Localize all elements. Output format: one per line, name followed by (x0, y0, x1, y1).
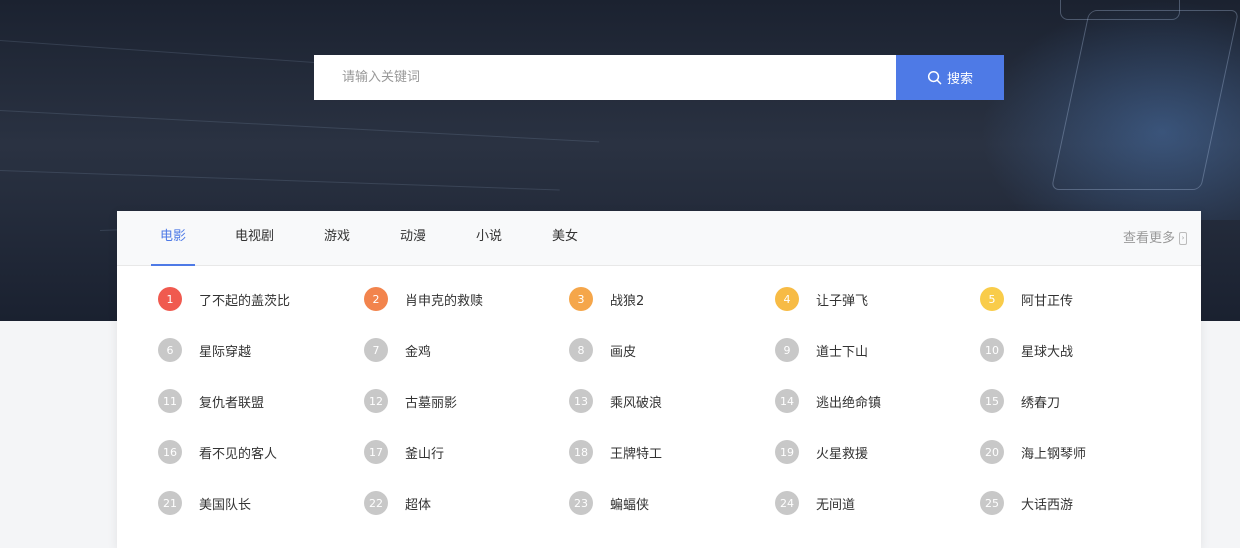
ranking-item[interactable]: 16 看不见的客人 (158, 440, 277, 464)
ranking-item[interactable]: 21 美国队长 (158, 491, 251, 515)
ranking-item[interactable]: 2 肖申克的救赎 (364, 287, 483, 311)
rank-badge: 16 (158, 440, 182, 464)
category-tabs: 电影 电视剧 游戏 动漫 小说 美女 查看更多 › (117, 211, 1201, 266)
ranking-title: 看不见的客人 (199, 446, 278, 462)
view-more-label: 查看更多 (1122, 231, 1175, 246)
ranking-item[interactable]: 1 了不起的盖茨比 (158, 287, 290, 311)
ranking-item[interactable]: 8 画皮 (569, 338, 636, 362)
rank-badge: 9 (775, 338, 799, 362)
ranking-item[interactable]: 9 道士下山 (775, 338, 868, 362)
rank-badge: 6 (158, 338, 182, 362)
ranking-title: 无间道 (816, 497, 856, 513)
rank-badge: 8 (569, 338, 593, 362)
rank-badge: 15 (980, 389, 1004, 413)
rank-badge: 2 (364, 287, 388, 311)
banner-streak (0, 110, 600, 143)
search-input[interactable] (314, 55, 896, 100)
ranking-title: 火星救援 (816, 446, 869, 462)
ranking-title: 画皮 (610, 344, 637, 360)
view-more-link[interactable]: 查看更多 › (1123, 211, 1187, 266)
ranking-item[interactable]: 5 阿甘正传 (980, 287, 1073, 311)
ranking-title: 肖申克的救赎 (405, 293, 484, 309)
ranking-item[interactable]: 25 大话西游 (980, 491, 1073, 515)
ranking-item[interactable]: 23 蝙蝠侠 (569, 491, 649, 515)
ranking-title: 海上钢琴师 (1021, 446, 1087, 462)
search-icon (927, 70, 942, 85)
tab-movies[interactable]: 电影 (150, 211, 196, 266)
ranking-title: 让子弹飞 (816, 293, 869, 309)
banner-streak (0, 170, 560, 191)
ranking-item[interactable]: 7 金鸡 (364, 338, 431, 362)
rank-badge: 12 (364, 389, 388, 413)
rank-badge: 19 (775, 440, 799, 464)
rank-badge: 17 (364, 440, 388, 464)
ranking-item[interactable]: 18 王牌特工 (569, 440, 662, 464)
rank-badge: 25 (980, 491, 1004, 515)
ranking-item[interactable]: 14 逃出绝命镇 (775, 389, 881, 413)
ranking-item[interactable]: 12 古墓丽影 (364, 389, 457, 413)
tab-games[interactable]: 游戏 (324, 211, 350, 266)
ranking-title: 星际穿越 (199, 344, 252, 360)
rank-badge: 10 (980, 338, 1004, 362)
ranking-item[interactable]: 10 星球大战 (980, 338, 1073, 362)
ranking-title: 战狼2 (610, 293, 645, 309)
ranking-item[interactable]: 20 海上钢琴师 (980, 440, 1086, 464)
rank-badge: 11 (158, 389, 182, 413)
rank-badge: 23 (569, 491, 593, 515)
ranking-item[interactable]: 22 超体 (364, 491, 431, 515)
tab-beauty[interactable]: 美女 (552, 211, 578, 266)
ranking-item[interactable]: 11 复仇者联盟 (158, 389, 264, 413)
ranking-title: 蝙蝠侠 (610, 497, 650, 513)
ranking-title: 金鸡 (405, 344, 432, 360)
rank-badge: 14 (775, 389, 799, 413)
ranking-title: 大话西游 (1021, 497, 1074, 513)
ranking-title: 星球大战 (1021, 344, 1074, 360)
ranking-title: 乘风破浪 (610, 395, 663, 411)
rank-badge: 20 (980, 440, 1004, 464)
ranking-title: 阿甘正传 (1021, 293, 1074, 309)
tab-tv-series[interactable]: 电视剧 (235, 211, 274, 266)
ranking-title: 绣春刀 (1021, 395, 1061, 411)
rank-badge: 1 (158, 287, 182, 311)
tab-anime[interactable]: 动漫 (400, 211, 426, 266)
ranking-title: 道士下山 (816, 344, 869, 360)
ranking-item[interactable]: 3 战狼2 (569, 287, 644, 311)
ranking-item[interactable]: 13 乘风破浪 (569, 389, 662, 413)
search-bar: 搜索 (314, 55, 1004, 100)
ranking-panel: 电影 电视剧 游戏 动漫 小说 美女 查看更多 › 1 了不起的盖茨比 2 肖申克的救… (117, 211, 1201, 548)
rank-badge: 5 (980, 287, 1004, 311)
ranking-title: 王牌特工 (610, 446, 663, 462)
ranking-title: 釜山行 (405, 446, 445, 462)
ranking-title: 美国队长 (199, 497, 252, 513)
rank-badge: 22 (364, 491, 388, 515)
ranking-item[interactable]: 4 让子弹飞 (775, 287, 868, 311)
search-button[interactable]: 搜索 (896, 55, 1004, 100)
ranking-item[interactable]: 6 星际穿越 (158, 338, 251, 362)
rank-badge: 4 (775, 287, 799, 311)
chevron-right-icon: › (1179, 232, 1187, 245)
rank-badge: 24 (775, 491, 799, 515)
ranking-item[interactable]: 15 绣春刀 (980, 389, 1060, 413)
rank-badge: 3 (569, 287, 593, 311)
banner-frame (1060, 0, 1180, 20)
rank-badge: 18 (569, 440, 593, 464)
rank-badge: 13 (569, 389, 593, 413)
ranking-item[interactable]: 24 无间道 (775, 491, 855, 515)
ranking-title: 逃出绝命镇 (816, 395, 882, 411)
ranking-title: 古墓丽影 (405, 395, 458, 411)
ranking-title: 复仇者联盟 (199, 395, 265, 411)
rank-badge: 7 (364, 338, 388, 362)
tab-novels[interactable]: 小说 (476, 211, 502, 266)
search-button-label: 搜索 (946, 72, 973, 87)
rank-badge: 21 (158, 491, 182, 515)
ranking-item[interactable]: 17 釜山行 (364, 440, 444, 464)
ranking-item[interactable]: 19 火星救援 (775, 440, 868, 464)
ranking-title: 超体 (405, 497, 432, 513)
ranking-title: 了不起的盖茨比 (199, 293, 291, 309)
